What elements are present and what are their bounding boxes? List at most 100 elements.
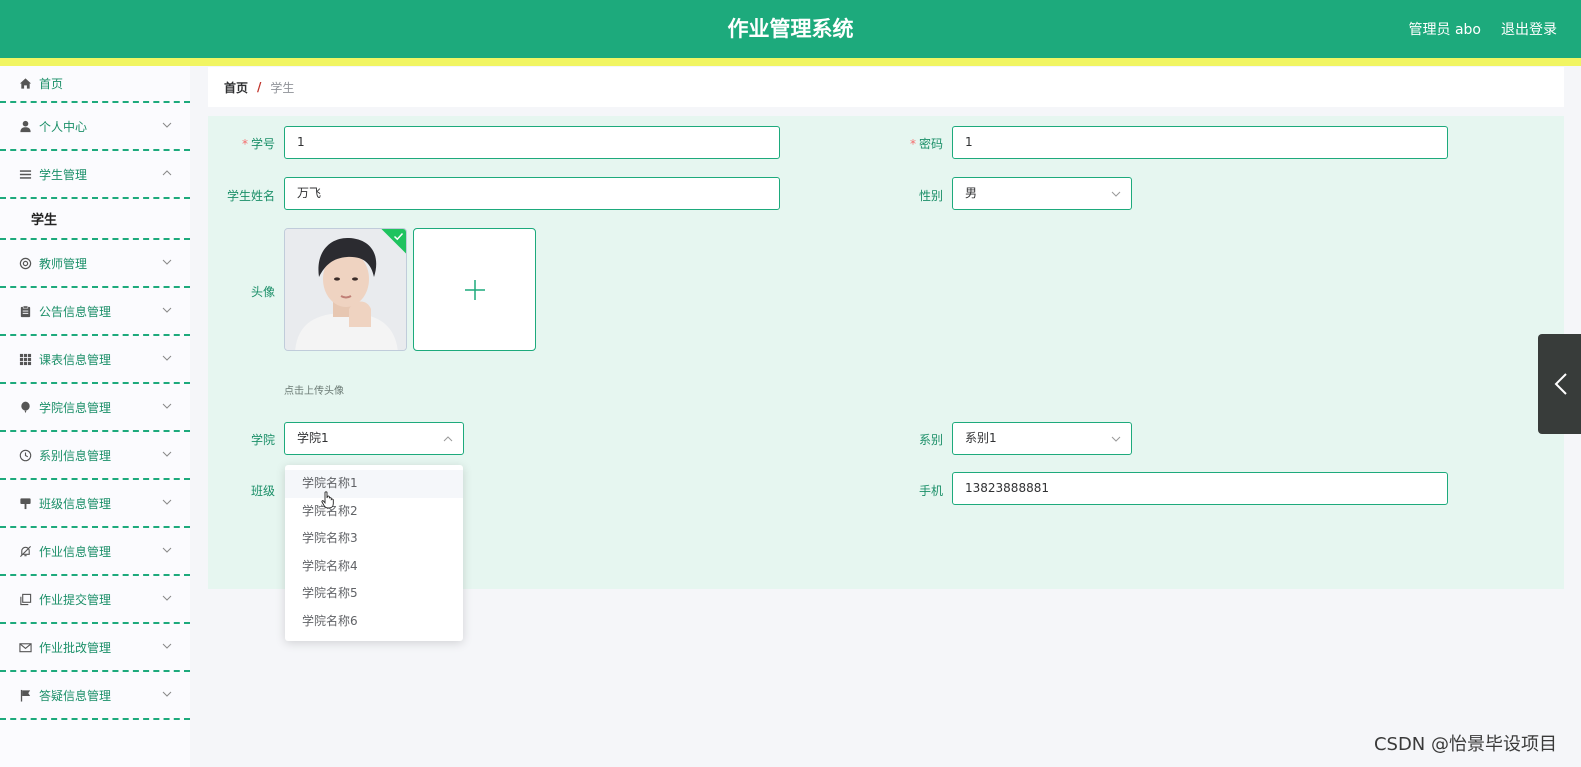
bell-off-icon bbox=[18, 544, 32, 558]
watermark: CSDN @怡景毕设项目 bbox=[1373, 734, 1557, 755]
gender-label: 性别 bbox=[918, 189, 943, 203]
chevron-down-icon bbox=[162, 403, 172, 409]
sidebar-item-grading-management[interactable]: 作业批改管理 bbox=[0, 624, 190, 672]
avatar-label: 头像 bbox=[250, 285, 275, 299]
sidebar-item-label: 班级信息管理 bbox=[39, 496, 112, 511]
sidebar-item-home[interactable]: 首页 bbox=[0, 66, 190, 103]
sidebar-item-qa-management[interactable]: 答疑信息管理 bbox=[0, 672, 190, 720]
current-user-label: 管理员 abo bbox=[1408, 22, 1481, 38]
sidebar-item-notice-management[interactable]: 公告信息管理 bbox=[0, 288, 190, 336]
chevron-down-icon bbox=[162, 451, 172, 457]
breadcrumb-current: 学生 bbox=[270, 80, 295, 95]
side-panel-handle[interactable] bbox=[1538, 334, 1581, 434]
sidebar-item-personal-center[interactable]: 个人中心 bbox=[0, 103, 190, 151]
sidebar-item-label: 教师管理 bbox=[39, 256, 88, 271]
chevron-down-icon bbox=[162, 595, 172, 601]
sidebar-menu: 首页 个人中心 学生管理 学生 教师管理 公告信息管理 课表信息管理 学院信息管… bbox=[0, 66, 190, 767]
sidebar-item-class-management[interactable]: 班级信息管理 bbox=[0, 480, 190, 528]
phone-label: 手机 bbox=[918, 484, 943, 498]
chevron-down-icon bbox=[1111, 436, 1121, 442]
college-select[interactable]: 学院1 bbox=[284, 422, 464, 455]
sidebar-item-college-management[interactable]: 学院信息管理 bbox=[0, 384, 190, 432]
list-icon bbox=[18, 167, 32, 181]
flag-icon bbox=[18, 688, 32, 702]
department-selected-value: 系别1 bbox=[965, 431, 997, 445]
department-label: 系别 bbox=[918, 433, 943, 447]
sidebar-item-label: 作业信息管理 bbox=[39, 544, 112, 559]
top-bar: 作业管理系统 管理员 abo 退出登录 bbox=[0, 0, 1581, 58]
breadcrumb-home[interactable]: 首页 bbox=[224, 79, 248, 96]
required-mark: * bbox=[241, 137, 248, 151]
app-title: 作业管理系统 bbox=[727, 17, 854, 41]
grid-icon bbox=[18, 352, 32, 366]
sidebar-item-label: 答疑信息管理 bbox=[39, 688, 112, 703]
student-id-input[interactable]: 1 bbox=[284, 126, 780, 159]
gender-select[interactable]: 男 bbox=[952, 177, 1132, 210]
chevron-down-icon bbox=[162, 259, 172, 265]
sidebar-item-label: 公告信息管理 bbox=[39, 304, 112, 319]
at-icon bbox=[18, 256, 32, 270]
sidebar-item-label: 作业批改管理 bbox=[39, 640, 112, 655]
college-option[interactable]: 学院名称6 bbox=[285, 608, 463, 636]
sidebar-item-label: 课表信息管理 bbox=[39, 352, 112, 367]
hand-cursor-icon bbox=[321, 491, 334, 509]
college-option[interactable]: 学院名称1 bbox=[285, 470, 463, 498]
sidebar-item-label: 学生管理 bbox=[39, 167, 88, 182]
gender-selected-value: 男 bbox=[965, 186, 978, 200]
college-selected-value: 学院1 bbox=[297, 431, 329, 445]
college-option[interactable]: 学院名称5 bbox=[285, 580, 463, 608]
avatar-preview[interactable] bbox=[284, 228, 407, 351]
college-option[interactable]: 学院名称4 bbox=[285, 553, 463, 581]
chevron-down-icon bbox=[162, 547, 172, 553]
password-label: * 密码 bbox=[909, 137, 943, 151]
chevron-up-icon bbox=[443, 436, 453, 442]
user-icon bbox=[18, 119, 32, 133]
chevron-up-icon bbox=[162, 170, 172, 176]
sidebar-item-schedule-management[interactable]: 课表信息管理 bbox=[0, 336, 190, 384]
chevron-down-icon bbox=[162, 122, 172, 128]
college-dropdown-menu: 学院名称1 学院名称2 学院名称3 学院名称4 学院名称5 学院名称6 bbox=[285, 465, 463, 641]
sidebar-item-label: 首页 bbox=[39, 77, 64, 91]
department-select[interactable]: 系别1 bbox=[952, 422, 1132, 455]
student-name-input[interactable]: 万飞 bbox=[284, 177, 780, 210]
breadcrumb-separator: / bbox=[257, 80, 262, 94]
chevron-down-icon bbox=[162, 307, 172, 313]
check-icon bbox=[393, 232, 404, 241]
sidebar-item-label: 系别信息管理 bbox=[39, 448, 112, 463]
sidebar-item-submission-management[interactable]: 作业提交管理 bbox=[0, 576, 190, 624]
breadcrumb: 首页 / 学生 bbox=[208, 67, 1564, 107]
college-label: 学院 bbox=[250, 433, 275, 447]
student-id-label: * 学号 bbox=[241, 137, 275, 151]
header-accent-stripe bbox=[0, 58, 1581, 66]
college-option[interactable]: 学院名称3 bbox=[285, 525, 463, 553]
college-option[interactable]: 学院名称2 bbox=[285, 498, 463, 526]
logout-button[interactable]: 退出登录 bbox=[1501, 19, 1557, 39]
sidebar-item-label: 作业提交管理 bbox=[39, 592, 112, 607]
sidebar-item-homework-management[interactable]: 作业信息管理 bbox=[0, 528, 190, 576]
required-mark: * bbox=[909, 137, 916, 151]
balloon-icon bbox=[18, 400, 32, 414]
chevron-left-icon bbox=[1554, 373, 1567, 395]
avatar-upload-button[interactable] bbox=[413, 228, 536, 351]
sidebar-item-label: 个人中心 bbox=[39, 119, 88, 134]
chevron-down-icon bbox=[162, 355, 172, 361]
chevron-down-icon bbox=[162, 643, 172, 649]
home-icon bbox=[18, 77, 32, 91]
chevron-down-icon bbox=[162, 499, 172, 505]
clipboard-icon bbox=[18, 304, 32, 318]
avatar-image bbox=[285, 229, 406, 350]
chevron-down-icon bbox=[162, 691, 172, 697]
student-name-label: 学生姓名 bbox=[226, 189, 275, 203]
sidebar-item-teacher-management[interactable]: 教师管理 bbox=[0, 240, 190, 288]
class-label: 班级 bbox=[250, 484, 275, 498]
plus-icon bbox=[464, 279, 485, 300]
phone-input[interactable]: 13823888881 bbox=[952, 472, 1448, 505]
sidebar-item-label: 学院信息管理 bbox=[39, 400, 112, 415]
password-input[interactable]: 1 bbox=[952, 126, 1448, 159]
sidebar-item-department-management[interactable]: 系别信息管理 bbox=[0, 432, 190, 480]
brush-icon bbox=[18, 496, 32, 510]
clock-icon bbox=[18, 448, 32, 462]
sidebar-item-student-management[interactable]: 学生管理 bbox=[0, 151, 190, 199]
avatar-upload-tip: 点击上传头像 bbox=[284, 386, 344, 397]
sidebar-subitem-student[interactable]: 学生 bbox=[0, 199, 190, 240]
